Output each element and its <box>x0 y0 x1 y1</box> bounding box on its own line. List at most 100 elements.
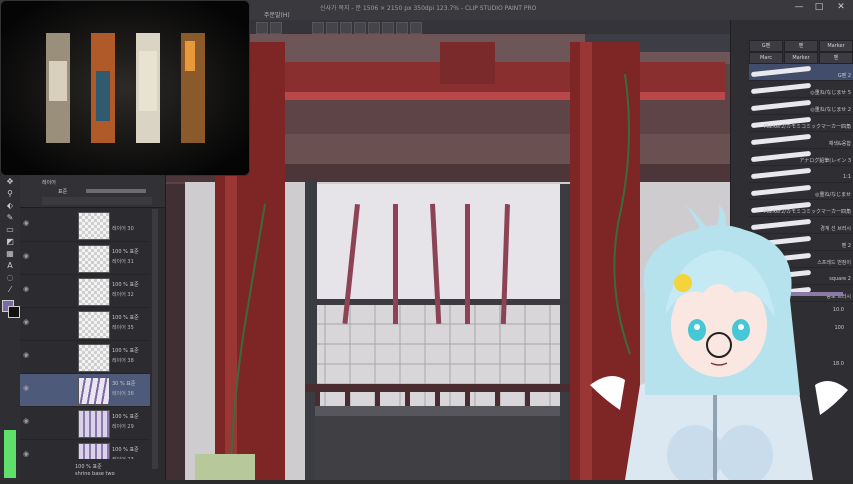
eye-icon[interactable]: ◉ <box>23 451 32 458</box>
layer-row[interactable]: ◉ 100 % 표준레이어 35 <box>20 308 150 341</box>
brush-item[interactable]: ◎重ね/なじませ 2 <box>749 98 853 115</box>
layer-name: 레이어 31 <box>112 259 134 265</box>
close-button[interactable]: ✕ <box>832 2 850 12</box>
layer-row[interactable]: ◉ 100 % 표준 레이어 32 <box>20 275 150 308</box>
brush-item[interactable]: ◎重ね/なじませ 5 <box>749 81 853 98</box>
tool-strip: ✥ ⚲ ⬖ ✎ ▭ ◩ ▦ A ◌ ⁄ <box>0 175 21 480</box>
rotate-view-icon[interactable] <box>410 22 422 34</box>
layer-blend-label: 100 % 표준 <box>112 447 139 453</box>
eye-icon[interactable]: ◉ <box>23 352 32 359</box>
layer-blend-label: 100 % 표준 <box>112 249 139 255</box>
layer-row[interactable]: ◉ 레이어 30 <box>20 209 150 242</box>
layer-folder-mode: 100 % 표준 <box>75 464 102 470</box>
brush-name: 1:1 <box>842 174 851 180</box>
layer-name: 레이어 36 <box>112 391 134 397</box>
brush-item[interactable]: アナログ鉛筆(レイン 3 <box>749 149 853 166</box>
zoom-in-icon[interactable] <box>368 22 380 34</box>
brush-name: アナログ鉛筆(レイン 3 <box>799 158 851 164</box>
layer-visibility-strip <box>4 430 16 478</box>
maximize-button[interactable]: □ <box>810 2 828 12</box>
brush-item[interactable]: ◎重ね/なじませ <box>749 183 853 200</box>
brush-tab[interactable]: Marc <box>749 52 783 64</box>
eraser-icon[interactable]: ▭ <box>4 225 16 235</box>
transform-icon[interactable] <box>312 22 324 34</box>
fit-view-icon[interactable] <box>396 22 408 34</box>
selection-icon[interactable] <box>340 22 352 34</box>
opacity-slider[interactable] <box>86 189 146 193</box>
eye-icon[interactable]: ◉ <box>23 418 32 425</box>
layer-row[interactable]: ◉ 100 % 표준레이어 23 <box>20 440 150 459</box>
brush-item[interactable]: Marker2/カモミコミックマーカー四角 <box>749 115 853 132</box>
brush-stroke-preview <box>750 82 812 95</box>
layer-name: 레이어 29 <box>112 424 134 430</box>
grid-icon[interactable] <box>354 22 366 34</box>
eye-icon[interactable]: ◉ <box>23 220 32 227</box>
layer-row[interactable]: ◉ 100 % 표준 레이어 38 <box>20 341 150 374</box>
brush-tab[interactable]: G펜 <box>749 40 783 52</box>
brush-item[interactable]: 채색&융합 <box>749 132 853 149</box>
layer-list: ◉ 레이어 30 ◉ 100 % 표준 레이어 31 ◉ 100 % 표준 레이어 32 ◉ 10… <box>20 209 165 459</box>
layer-scrollbar[interactable] <box>152 209 158 469</box>
brush-tab[interactable]: 펜 <box>819 52 853 64</box>
line-icon[interactable]: ⁄ <box>4 285 16 295</box>
layer-blend-label: 30 % 표준 <box>112 381 136 387</box>
layer-folder-name[interactable]: shrine base two <box>75 471 115 477</box>
undo-icon[interactable] <box>256 22 268 34</box>
layer-row[interactable]: ◉ 100 % 표준레이어 31 <box>20 242 150 275</box>
menu-item-help[interactable]: 주문말(H) <box>264 10 290 19</box>
zoom-out-icon[interactable] <box>382 22 394 34</box>
brush-stroke-preview <box>750 184 812 197</box>
layer-row[interactable]: ◉ 100 % 표준 레이어 29 <box>20 407 150 440</box>
layer-toolbar <box>42 197 152 205</box>
fill-icon[interactable]: ◩ <box>4 237 16 247</box>
layer-panel-header: 레이어 표준 <box>20 175 165 208</box>
brush-tab[interactable]: Marker <box>819 40 853 52</box>
layer-panel: 레이어 표준 ◉ 레이어 30 ◉ 100 % 표준 레이어 31 ◉ 100 % 표준 레이… <box>20 175 166 480</box>
brush-item[interactable]: 1:1 <box>749 166 853 183</box>
layer-name: 레이어 35 <box>112 325 134 331</box>
brush-tab-group: G펜 펜 Marker Marc Marker 펜 <box>749 40 853 64</box>
brush-stroke-preview <box>750 99 812 112</box>
reference-image <box>1 1 249 175</box>
layer-blend-label: 100 % 표준 <box>112 348 139 354</box>
zoom-icon[interactable]: ⚲ <box>4 189 16 199</box>
layer-thumbnail <box>78 278 110 306</box>
eye-icon[interactable]: ◉ <box>23 253 32 260</box>
balloon-icon[interactable]: ◌ <box>4 273 16 283</box>
move-icon[interactable]: ✥ <box>4 177 16 187</box>
redo-icon[interactable] <box>270 22 282 34</box>
layer-thumbnail <box>78 212 110 240</box>
gradient-icon[interactable]: ▦ <box>4 249 16 259</box>
layer-name: 레이어 30 <box>112 226 134 232</box>
brush-name: ◎重ね/なじませ <box>815 192 851 198</box>
layer-tab[interactable]: 레이어 <box>42 179 56 186</box>
eye-icon[interactable]: ◉ <box>23 286 32 293</box>
layer-blend-label: 100 % 표준 <box>112 315 139 321</box>
blend-mode-select[interactable]: 표준 <box>58 188 67 195</box>
layer-name: 레이어 32 <box>112 292 134 298</box>
pen-icon[interactable]: ✎ <box>4 213 16 223</box>
brush-tab[interactable]: 펜 <box>784 40 818 52</box>
eye-icon[interactable]: ◉ <box>23 385 32 392</box>
brush-tab[interactable]: Marker <box>784 52 818 64</box>
brush-item[interactable]: G펜 2 <box>749 64 853 81</box>
brush-name: ◎重ね/なじませ 5 <box>810 90 851 96</box>
reference-preview <box>0 0 250 176</box>
check-icon[interactable] <box>326 22 338 34</box>
layer-name: 레이어 23 <box>112 456 134 459</box>
minimize-button[interactable]: — <box>790 2 808 12</box>
layer-thumbnail <box>78 410 110 438</box>
brush-name: G펜 2 <box>837 73 851 79</box>
layer-thumbnail <box>78 443 110 459</box>
brush-name: 채색&융합 <box>828 141 851 147</box>
eyedropper-icon[interactable]: ⬖ <box>4 201 16 211</box>
layer-row[interactable]: ◉ 30 % 표준레이어 36 <box>20 374 150 407</box>
layer-thumbnail <box>78 245 110 273</box>
brush-name: Marker2/カモミコミックマーカー四角 <box>763 124 851 130</box>
sub-color-swatch[interactable] <box>8 306 20 318</box>
eye-icon[interactable]: ◉ <box>23 319 32 326</box>
text-icon[interactable]: A <box>4 261 16 271</box>
layer-thumbnail <box>78 344 110 372</box>
brush-name: ◎重ね/なじませ 2 <box>810 107 851 113</box>
avatar-illustration <box>590 203 848 484</box>
